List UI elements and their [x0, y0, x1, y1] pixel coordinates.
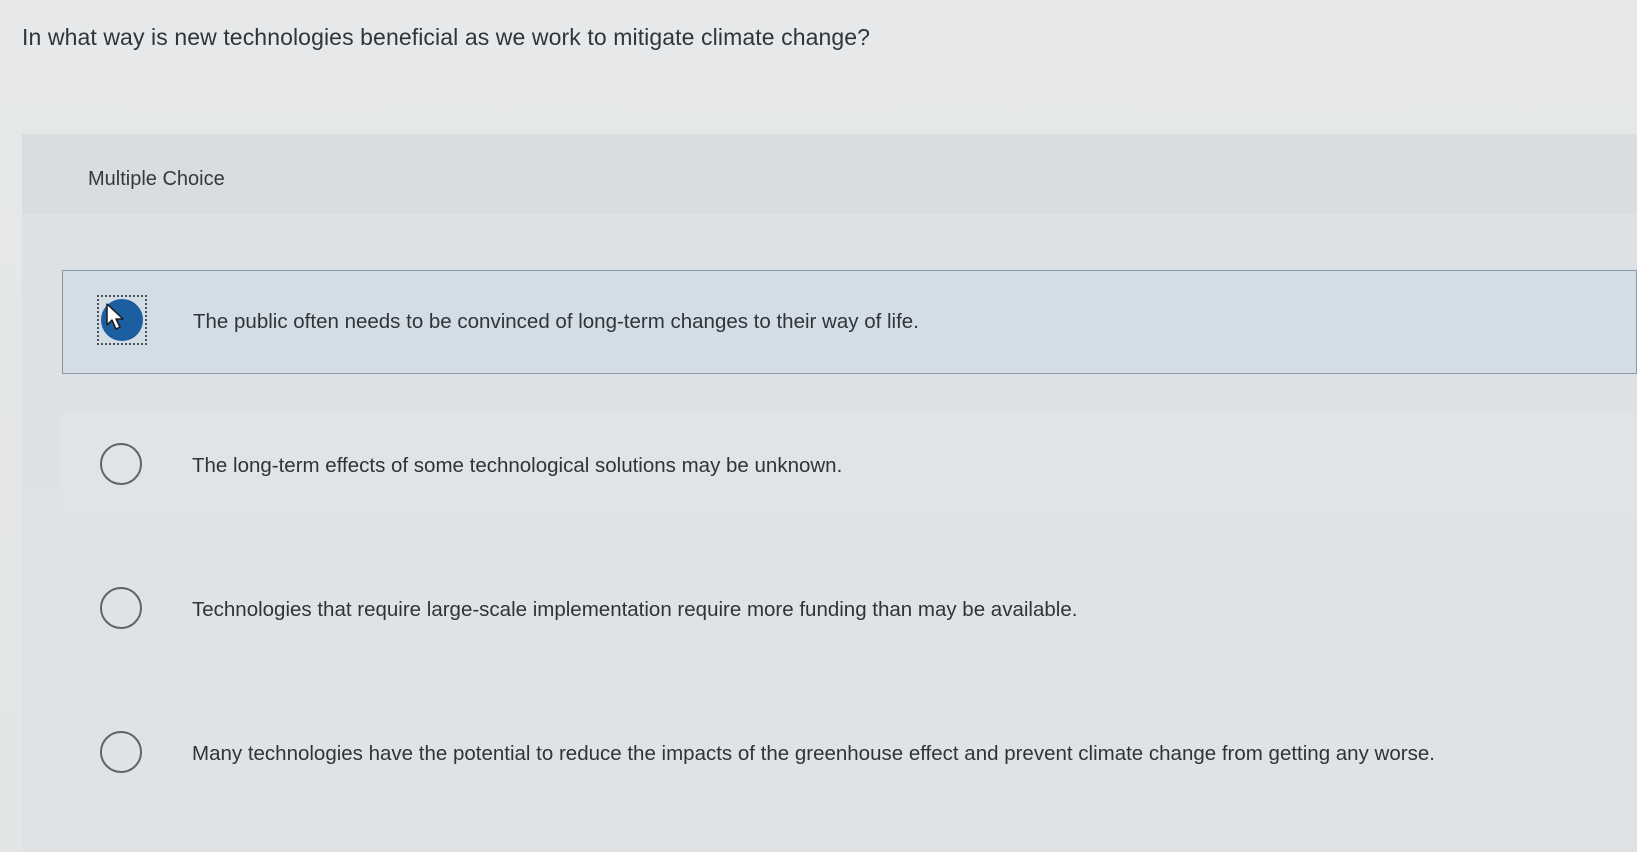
option-4[interactable]: Many technologies have the potential to …	[62, 702, 1637, 806]
radio-option-3[interactable]	[98, 585, 148, 635]
radio-option-1[interactable]	[97, 295, 149, 347]
radio-option-2[interactable]	[98, 441, 148, 491]
option-1-text: The public often needs to be convinced o…	[193, 310, 919, 333]
radio-button[interactable]	[100, 587, 142, 629]
option-2-text: The long-term effects of some technologi…	[192, 454, 843, 477]
option-4-text: Many technologies have the potential to …	[192, 742, 1435, 765]
option-1[interactable]: The public often needs to be convinced o…	[62, 270, 1637, 374]
question-text: In what way is new technologies benefici…	[22, 24, 871, 50]
option-3[interactable]: Technologies that require large-scale im…	[62, 558, 1637, 662]
option-3-text: Technologies that require large-scale im…	[192, 598, 1078, 621]
option-2[interactable]: The long-term effects of some technologi…	[62, 414, 1637, 518]
radio-button[interactable]	[100, 443, 142, 485]
mouse-pointer-icon	[106, 303, 124, 330]
panel-label: Multiple Choice	[88, 168, 225, 190]
radio-button[interactable]	[100, 731, 142, 773]
panel-header: Multiple Choice	[22, 134, 1637, 214]
radio-option-4[interactable]	[98, 729, 148, 779]
multiple-choice-panel: Multiple Choice The public often needs t…	[22, 134, 1637, 852]
